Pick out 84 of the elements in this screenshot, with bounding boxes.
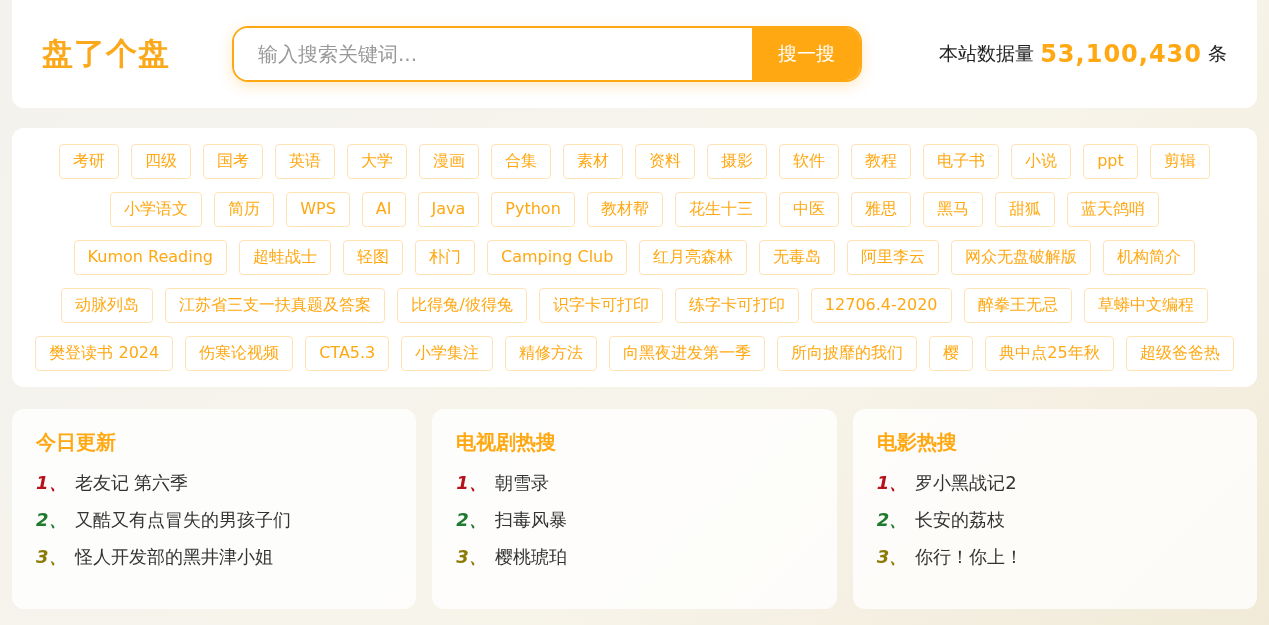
tag-link[interactable]: 中医: [778, 192, 839, 227]
card-title: 电视剧热搜: [456, 429, 558, 456]
item-link[interactable]: 你行！你上！: [915, 545, 1024, 569]
tag-link[interactable]: WPS: [286, 192, 350, 227]
tag-link[interactable]: 大学: [347, 144, 408, 179]
tag-link[interactable]: 漫画: [419, 144, 480, 179]
tag-link[interactable]: 超蛙战士: [238, 240, 331, 275]
tag-link[interactable]: 小学语文: [110, 192, 203, 227]
search-button[interactable]: 搜一搜: [752, 28, 860, 80]
tag-link[interactable]: 轻图: [342, 240, 403, 275]
tag-link[interactable]: 小学集注: [401, 336, 494, 371]
tag-link[interactable]: 红月亮森林: [639, 240, 748, 275]
stats-label: 本站数据量: [939, 41, 1035, 66]
tag-link[interactable]: Python: [491, 192, 575, 227]
rank-number: 3、: [876, 545, 908, 569]
tag-link[interactable]: 花生十三: [674, 192, 767, 227]
tag-link[interactable]: 樱: [929, 336, 974, 371]
stats-count: 53,100,430: [1040, 40, 1202, 68]
tag-link[interactable]: 无毒岛: [759, 240, 836, 275]
tag-link[interactable]: 朴门: [414, 240, 475, 275]
tag-link[interactable]: 典中点25年秋: [985, 336, 1114, 371]
tag-link[interactable]: 草蟒中文编程: [1083, 288, 1208, 323]
rank-number: 2、: [456, 508, 487, 532]
tag-link[interactable]: 摄影: [707, 144, 768, 179]
tag-link[interactable]: Java: [417, 192, 480, 227]
tag-link[interactable]: 所向披靡的我们: [777, 336, 918, 371]
tag-link[interactable]: Kumon Reading: [73, 240, 227, 275]
tag-link[interactable]: 向黑夜进发第一季: [609, 336, 766, 371]
tag-link[interactable]: 樊登读书 2024: [35, 336, 174, 371]
tag-link[interactable]: 剪辑: [1149, 144, 1210, 179]
rank-number: 2、: [36, 508, 67, 532]
tag-link[interactable]: ppt: [1083, 144, 1138, 179]
tag-link[interactable]: 练字卡可打印: [674, 288, 799, 323]
tag-link[interactable]: 江苏省三支一扶真题及答案: [165, 288, 386, 323]
tag-link[interactable]: 考研: [59, 144, 120, 179]
tag-link[interactable]: 资料: [635, 144, 696, 179]
tag-link[interactable]: AI: [361, 192, 406, 227]
rank-number: 3、: [36, 545, 67, 569]
tag-link[interactable]: 伤寒论视频: [185, 336, 294, 371]
tag-link[interactable]: 教程: [851, 144, 912, 179]
item-link[interactable]: 罗小黑战记2: [915, 471, 1017, 495]
tag-link[interactable]: 四级: [131, 144, 192, 179]
card-title: 电影热搜: [876, 429, 958, 456]
search-field[interactable]: 输入搜索关键词... 搜一搜: [232, 26, 862, 82]
tag-link[interactable]: 软件: [779, 144, 840, 179]
tag-link[interactable]: 12706.4-2020: [810, 288, 952, 323]
item-link[interactable]: 长安的荔枝: [915, 508, 1006, 532]
tag-link[interactable]: 国考: [203, 144, 264, 179]
tag-link[interactable]: 小说: [1011, 144, 1072, 179]
tag-link[interactable]: 动脉列岛: [61, 288, 154, 323]
item-link[interactable]: 老友记 第六季: [74, 471, 189, 495]
tag-link[interactable]: 甜狐: [994, 192, 1055, 227]
item-link[interactable]: 樱桃琥珀: [494, 545, 567, 569]
tag-link[interactable]: 英语: [275, 144, 336, 179]
tag-link[interactable]: 简历: [214, 192, 275, 227]
item-link[interactable]: 怪人开发部的黑井津小姐: [74, 545, 273, 569]
item-link[interactable]: 扫毒风暴: [494, 508, 567, 532]
rank-number: 2、: [876, 508, 908, 532]
item-link[interactable]: 朝雪录: [494, 471, 549, 495]
tag-link[interactable]: 教材帮: [586, 192, 663, 227]
tag-link[interactable]: 超级爸爸热: [1125, 336, 1234, 371]
card-title: 今日更新: [36, 429, 117, 456]
rank-number: 3、: [456, 545, 487, 569]
rank-number: 1、: [456, 471, 487, 495]
tag-link[interactable]: 网众无盘破解版: [951, 240, 1092, 275]
tag-link[interactable]: 电子书: [923, 144, 1000, 179]
tag-link[interactable]: 比得兔/彼得兔: [397, 288, 527, 323]
rank-number: 1、: [36, 471, 67, 495]
tag-link[interactable]: 雅思: [850, 192, 911, 227]
tag-link[interactable]: 黑马: [922, 192, 983, 227]
rank-number: 1、: [876, 471, 908, 495]
tag-link[interactable]: 识字卡可打印: [538, 288, 663, 323]
tag-link[interactable]: 精修方法: [505, 336, 598, 371]
item-link[interactable]: 又酷又有点冒失的男孩子们: [74, 508, 291, 532]
tag-link[interactable]: CTA5.3: [305, 336, 390, 371]
tag-link[interactable]: 蓝天鸽哨: [1066, 192, 1159, 227]
tag-link[interactable]: 素材: [563, 144, 624, 179]
tag-link[interactable]: 醉拳王无忌: [963, 288, 1072, 323]
tag-link[interactable]: 机构简介: [1103, 240, 1196, 275]
tag-link[interactable]: 阿里李云: [847, 240, 940, 275]
tag-link[interactable]: Camping Club: [486, 240, 628, 275]
tag-link[interactable]: 合集: [491, 144, 552, 179]
stats-unit: 条: [1208, 41, 1227, 66]
site-logo[interactable]: 盘了个盘: [42, 33, 232, 75]
